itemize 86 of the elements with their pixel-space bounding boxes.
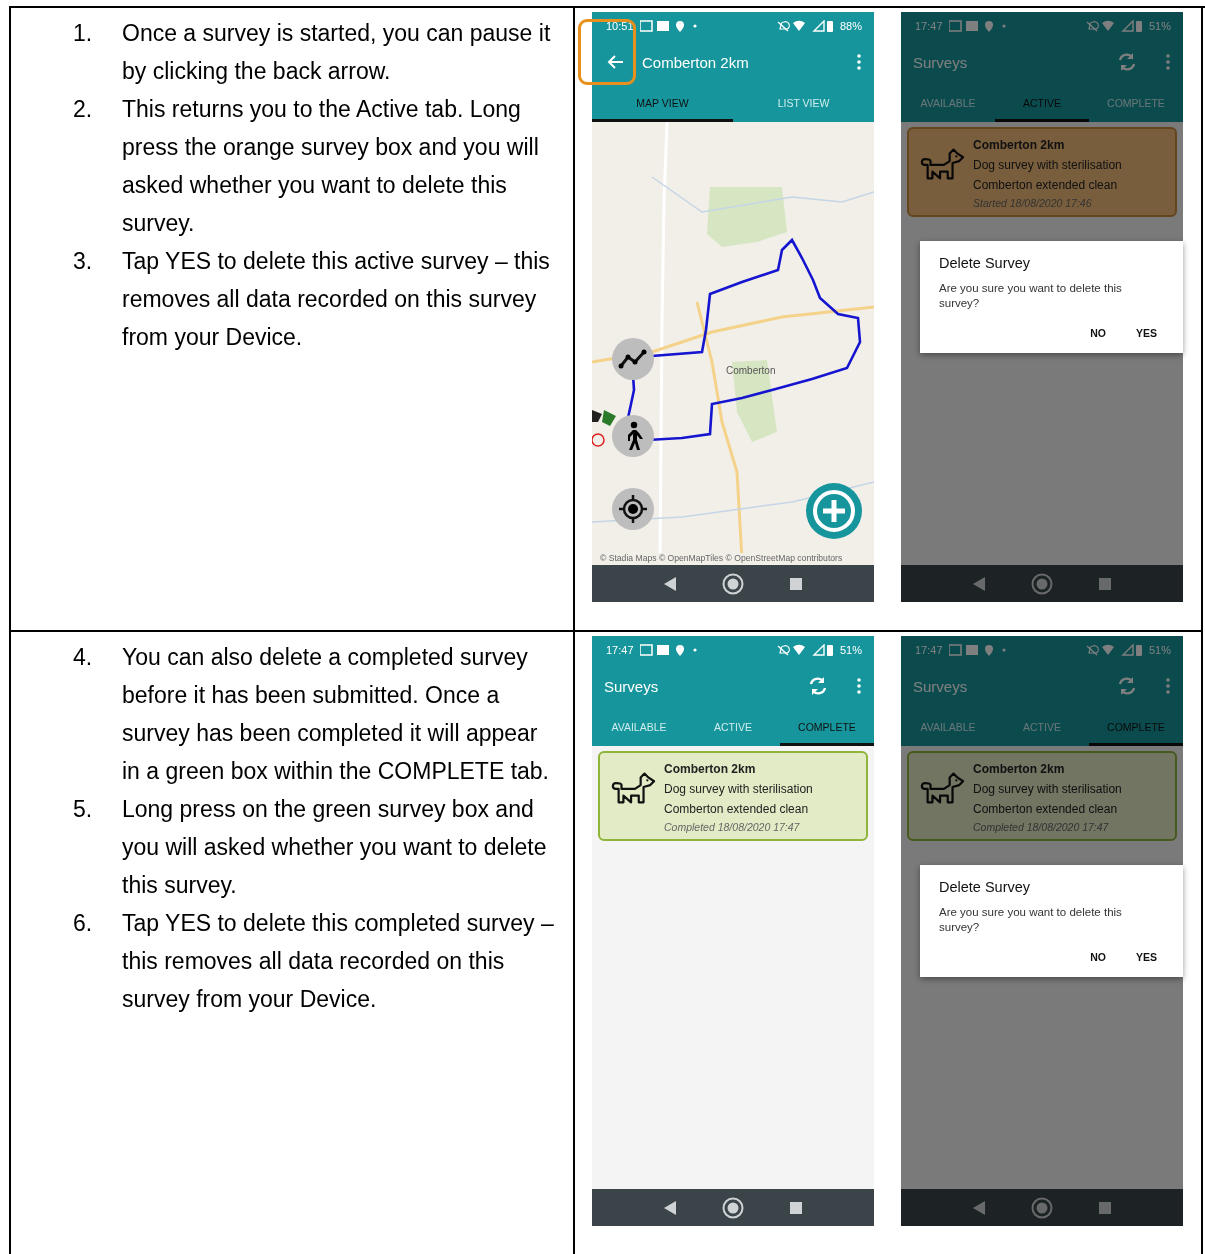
home-circle-icon[interactable] xyxy=(1031,572,1053,595)
tab[interactable]: COMPLETE xyxy=(780,708,874,746)
survey-card[interactable]: Comberton 2km Dog survey with sterilisation Comberton extended clean Completed 18/08/2020 17:47 xyxy=(598,751,868,841)
dialog-title: Delete Survey xyxy=(939,255,1032,271)
dialog-button[interactable]: NO xyxy=(1090,949,1106,965)
battery-percent: 88% xyxy=(839,20,862,32)
back-triangle-icon[interactable] xyxy=(664,576,676,591)
step-text: This returns you to the Active tab. Long press the orange survey box and you will asked whether you want to delete this survey. xyxy=(122,95,540,238)
survey-detail: Dog survey with sterilisation xyxy=(973,781,1122,798)
recents-square-icon[interactable] xyxy=(1099,1201,1111,1214)
battery-percent: 51% xyxy=(1148,644,1171,656)
recents-square-icon[interactable] xyxy=(1099,577,1111,590)
more-options-icon[interactable] xyxy=(856,677,862,695)
tab[interactable]: COMPLETE xyxy=(1089,84,1183,122)
signal-icons xyxy=(1084,644,1143,656)
back-triangle-icon[interactable] xyxy=(664,1200,676,1215)
tab[interactable]: ACTIVE xyxy=(995,84,1089,122)
step-text: Tap YES to delete this completed survey – this removes all data recorded on this survey from your Device. xyxy=(122,909,555,1014)
step-number: 4. xyxy=(73,643,94,672)
survey-detail: Comberton extended clean xyxy=(973,177,1119,194)
step-number: 5. xyxy=(73,795,94,824)
tab[interactable]: LIST VIEW xyxy=(733,84,874,122)
dialog-message: Are you sure you want to delete this survey? xyxy=(939,905,1123,935)
crosshair-icon xyxy=(618,494,648,524)
survey-detail: Dog survey with sterilisation xyxy=(664,781,813,798)
tab[interactable]: AVAILABLE xyxy=(901,708,995,746)
dialog-message: Are you sure you want to delete this survey? xyxy=(939,281,1123,311)
survey-title: Comberton 2km xyxy=(973,761,1066,778)
survey-title: Comberton 2km xyxy=(973,137,1066,154)
back-triangle-icon[interactable] xyxy=(973,576,985,591)
survey-detail: Comberton extended clean xyxy=(664,801,810,818)
step-number: 2. xyxy=(73,95,94,124)
survey-detail: Dog survey with sterilisation xyxy=(973,157,1122,174)
tab[interactable]: ACTIVE xyxy=(995,708,1089,746)
dialog-button[interactable]: YES xyxy=(1136,325,1157,341)
status-time: 10:51 xyxy=(606,20,634,32)
survey-card[interactable]: Comberton 2km Dog survey with sterilisation Comberton extended clean Completed 18/08/2020 17:47 xyxy=(907,751,1177,841)
step-number: 6. xyxy=(73,909,94,938)
notification-icons xyxy=(948,20,1007,32)
dialog-button[interactable]: NO xyxy=(1090,325,1106,341)
survey-date: Completed 18/08/2020 17:47 xyxy=(973,820,1110,835)
recents-square-icon[interactable] xyxy=(790,577,802,590)
battery-percent: 51% xyxy=(839,644,862,656)
step-number: 1. xyxy=(73,19,94,48)
plus-icon xyxy=(812,489,856,533)
step-text: You can also delete a completed survey before it has been submitted. Once a survey has been completed it will appear in a green box within the COMPLETE tab. xyxy=(122,643,550,786)
home-circle-icon[interactable] xyxy=(722,572,744,595)
status-time: 17:47 xyxy=(915,20,943,32)
tab[interactable]: COMPLETE xyxy=(1089,708,1183,746)
screen-title: Surveys xyxy=(604,677,660,695)
screen-title: Comberton 2km xyxy=(642,53,750,71)
map-place-label: Comberton xyxy=(726,365,776,376)
dialog-title: Delete Survey xyxy=(939,879,1032,895)
step-text: Long press on the green survey box and you will asked whether you want to delete this survey. xyxy=(122,795,548,900)
status-time: 17:47 xyxy=(915,644,943,656)
step-number: 3. xyxy=(73,247,94,276)
tab[interactable]: AVAILABLE xyxy=(592,708,686,746)
step-text: Tap YES to delete this active survey – this removes all data recorded on this survey from your Device. xyxy=(122,247,551,352)
tab[interactable]: AVAILABLE xyxy=(901,84,995,122)
more-options-icon[interactable] xyxy=(856,53,862,71)
map-attribution: © Stadia Maps © OpenMapTiles © OpenStreetMap contributors xyxy=(598,553,845,563)
survey-card[interactable]: Comberton 2km Dog survey with sterilisation Comberton extended clean Started 18/08/2020 17:46 xyxy=(907,127,1177,217)
tab[interactable]: ACTIVE xyxy=(686,708,780,746)
back-triangle-icon[interactable] xyxy=(973,1200,985,1215)
signal-icons xyxy=(775,644,834,656)
more-options-icon[interactable] xyxy=(1165,677,1171,695)
more-options-icon[interactable] xyxy=(1165,53,1171,71)
screen-title: Surveys xyxy=(913,53,969,71)
home-circle-icon[interactable] xyxy=(722,1196,744,1219)
notification-icons xyxy=(639,20,698,32)
screen-title: Surveys xyxy=(913,677,969,695)
battery-percent: 51% xyxy=(1148,20,1171,32)
zigzag-line-icon xyxy=(618,348,648,370)
dialog-button[interactable]: YES xyxy=(1136,949,1157,965)
survey-detail: Comberton extended clean xyxy=(973,801,1119,818)
status-time: 17:47 xyxy=(606,644,634,656)
notification-icons xyxy=(948,644,1007,656)
signal-icons xyxy=(775,20,834,32)
survey-date: Completed 18/08/2020 17:47 xyxy=(664,820,801,835)
home-circle-icon[interactable] xyxy=(1031,1196,1053,1219)
survey-title: Comberton 2km xyxy=(664,761,757,778)
step-text: Once a survey is started, you can pause it by clicking the back arrow. xyxy=(122,19,552,86)
notification-icons xyxy=(639,644,698,656)
survey-date: Started 18/08/2020 17:46 xyxy=(973,196,1093,211)
recents-square-icon[interactable] xyxy=(790,1201,802,1214)
signal-icons xyxy=(1084,20,1143,32)
